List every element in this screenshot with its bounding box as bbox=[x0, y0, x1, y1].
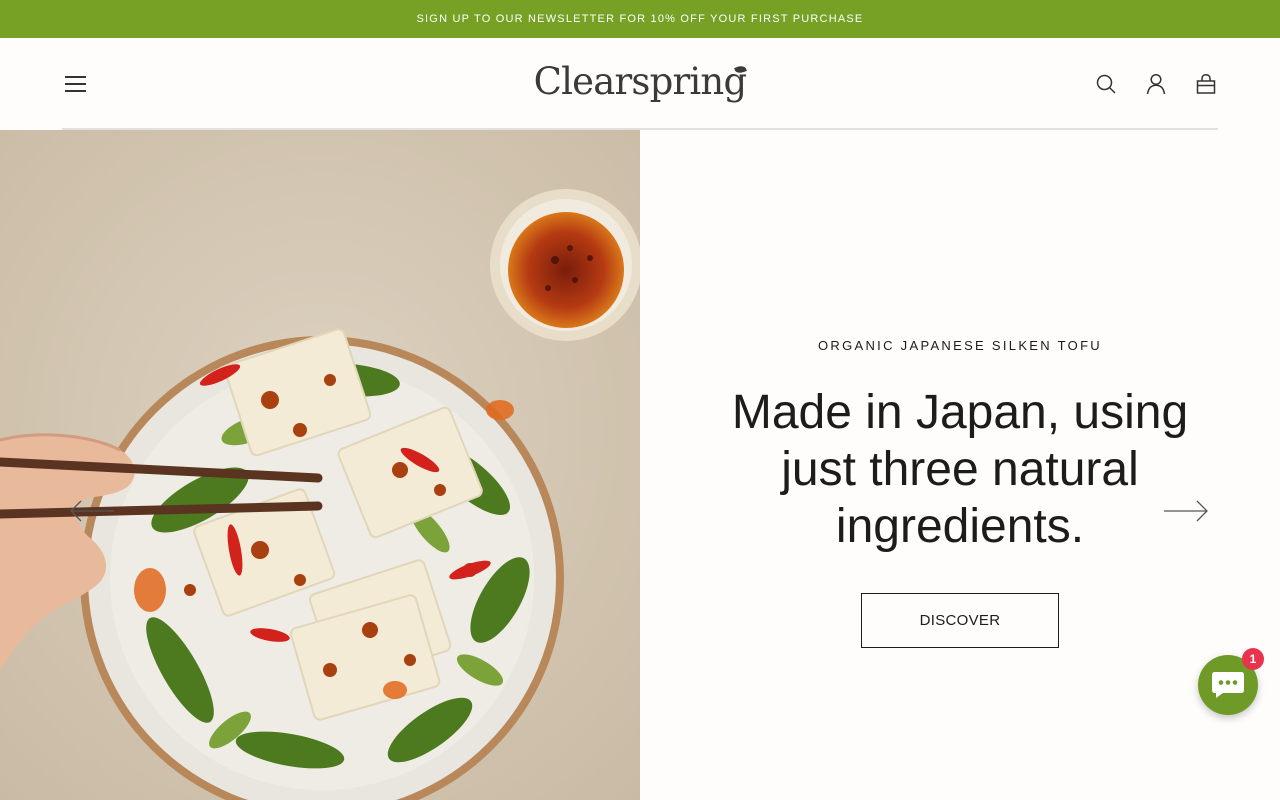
arrow-right-icon[interactable] bbox=[1162, 500, 1210, 522]
hero-text-panel: ORGANIC JAPANESE SILKEN TOFU Made in Jap… bbox=[640, 130, 1280, 800]
hero-image bbox=[0, 130, 640, 800]
search-icon[interactable] bbox=[1095, 72, 1117, 96]
tofu-dish-illustration bbox=[0, 130, 640, 800]
chat-notification-badge: 1 bbox=[1242, 648, 1264, 670]
arrow-left-icon[interactable] bbox=[68, 500, 116, 522]
cart-icon[interactable] bbox=[1195, 72, 1217, 96]
menu-icon[interactable] bbox=[64, 73, 88, 95]
site-header: Clearspring bbox=[0, 38, 1280, 130]
brand-logo[interactable]: Clearspring bbox=[520, 58, 760, 106]
hero-eyebrow: ORGANIC JAPANESE SILKEN TOFU bbox=[817, 338, 1102, 353]
account-icon[interactable] bbox=[1145, 72, 1167, 96]
hero-headline: Made in Japan, using just three natural … bbox=[731, 386, 1189, 553]
chat-bubble-icon bbox=[1212, 672, 1244, 698]
discover-button[interactable]: DISCOVER bbox=[861, 593, 1059, 648]
hero-slideshow: ORGANIC JAPANESE SILKEN TOFU Made in Jap… bbox=[0, 130, 1280, 800]
announcement-bar[interactable]: SIGN UP TO OUR NEWSLETTER FOR 10% OFF YO… bbox=[0, 0, 1280, 38]
announcement-text[interactable]: SIGN UP TO OUR NEWSLETTER FOR 10% OFF YO… bbox=[417, 13, 864, 25]
logo-text: Clearspring bbox=[533, 60, 748, 103]
